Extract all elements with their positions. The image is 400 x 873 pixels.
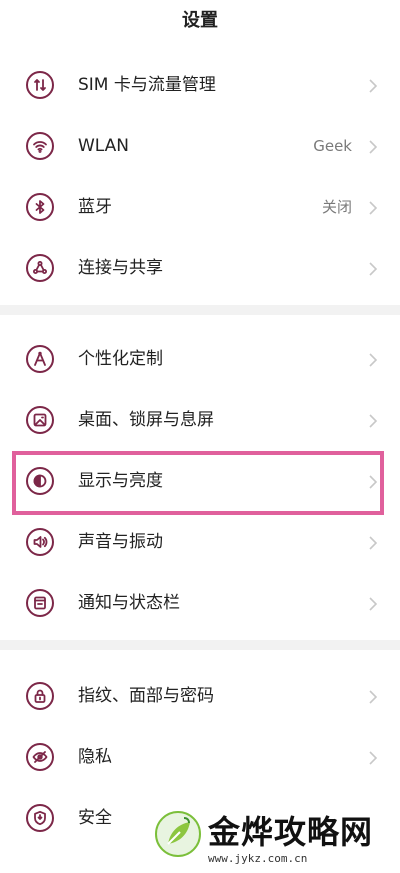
settings-item-label: SIM 卡与流量管理 bbox=[78, 75, 216, 95]
chevron-right-icon bbox=[369, 596, 378, 611]
settings-group-display: 个性化定制 桌面、锁屏与息屏 显示与亮度 声音与振动 通知与状态栏 bbox=[0, 330, 400, 635]
settings-item-label: 显示与亮度 bbox=[78, 471, 163, 491]
settings-item-label: 连接与共享 bbox=[78, 258, 163, 278]
settings-item-sim[interactable]: SIM 卡与流量管理 bbox=[0, 56, 400, 117]
chevron-right-icon bbox=[369, 535, 378, 550]
wallpaper-icon bbox=[26, 406, 54, 434]
settings-item-label: 通知与状态栏 bbox=[78, 593, 180, 613]
brightness-icon bbox=[26, 467, 54, 495]
watermark-url: www.jykz.com.cn bbox=[208, 852, 308, 865]
settings-item-notification-status-bar[interactable]: 通知与状态栏 bbox=[0, 574, 400, 635]
settings-item-display-brightness[interactable]: 显示与亮度 bbox=[0, 452, 400, 513]
chevron-right-icon bbox=[369, 750, 378, 765]
settings-item-label: 声音与振动 bbox=[78, 532, 163, 552]
notification-icon bbox=[26, 589, 54, 617]
chevron-right-icon bbox=[369, 352, 378, 367]
chevron-right-icon bbox=[369, 200, 378, 215]
privacy-eye-icon bbox=[26, 743, 54, 771]
bluetooth-status-value: 关闭 bbox=[321, 198, 352, 216]
section-divider bbox=[0, 305, 400, 315]
settings-item-fingerprint-face-password[interactable]: 指纹、面部与密码 bbox=[0, 667, 400, 728]
settings-item-privacy[interactable]: 隐私 bbox=[0, 728, 400, 789]
shield-icon bbox=[26, 804, 54, 832]
chevron-right-icon bbox=[369, 474, 378, 489]
settings-item-sound-vibration[interactable]: 声音与振动 bbox=[0, 513, 400, 574]
settings-item-wlan[interactable]: WLAN Geek bbox=[0, 117, 400, 178]
settings-item-bluetooth[interactable]: 蓝牙 关闭 bbox=[0, 178, 400, 239]
settings-item-label: 个性化定制 bbox=[78, 349, 163, 369]
settings-item-label: 指纹、面部与密码 bbox=[78, 686, 214, 706]
share-icon bbox=[26, 254, 54, 282]
section-divider bbox=[0, 640, 400, 650]
page-title: 设置 bbox=[182, 10, 218, 31]
settings-item-label: 桌面、锁屏与息屏 bbox=[78, 410, 214, 430]
wlan-network-value: Geek bbox=[313, 137, 352, 155]
chevron-right-icon bbox=[369, 78, 378, 93]
chevron-right-icon bbox=[369, 139, 378, 154]
watermark-title: 金烨攻略网 bbox=[208, 813, 374, 851]
settings-item-home-lock-screen[interactable]: 桌面、锁屏与息屏 bbox=[0, 391, 400, 452]
speaker-icon bbox=[26, 528, 54, 556]
settings-item-label: 隐私 bbox=[78, 747, 112, 767]
settings-item-connection-sharing[interactable]: 连接与共享 bbox=[0, 239, 400, 300]
leaf-logo-icon bbox=[155, 811, 201, 857]
bluetooth-icon bbox=[26, 193, 54, 221]
watermark: 金烨攻略网 www.jykz.com.cn bbox=[150, 806, 400, 873]
chevron-right-icon bbox=[369, 689, 378, 704]
personalize-icon bbox=[26, 345, 54, 373]
settings-item-label: 蓝牙 bbox=[78, 197, 112, 217]
wifi-icon bbox=[26, 132, 54, 160]
sim-data-icon bbox=[26, 71, 54, 99]
settings-item-label: WLAN bbox=[78, 136, 130, 156]
chevron-right-icon bbox=[369, 261, 378, 276]
settings-item-personalization[interactable]: 个性化定制 bbox=[0, 330, 400, 391]
settings-item-label: 安全 bbox=[78, 808, 112, 828]
lock-icon bbox=[26, 682, 54, 710]
settings-group-connectivity: SIM 卡与流量管理 WLAN Geek 蓝牙 关闭 连接与共享 bbox=[0, 56, 400, 300]
chevron-right-icon bbox=[369, 413, 378, 428]
